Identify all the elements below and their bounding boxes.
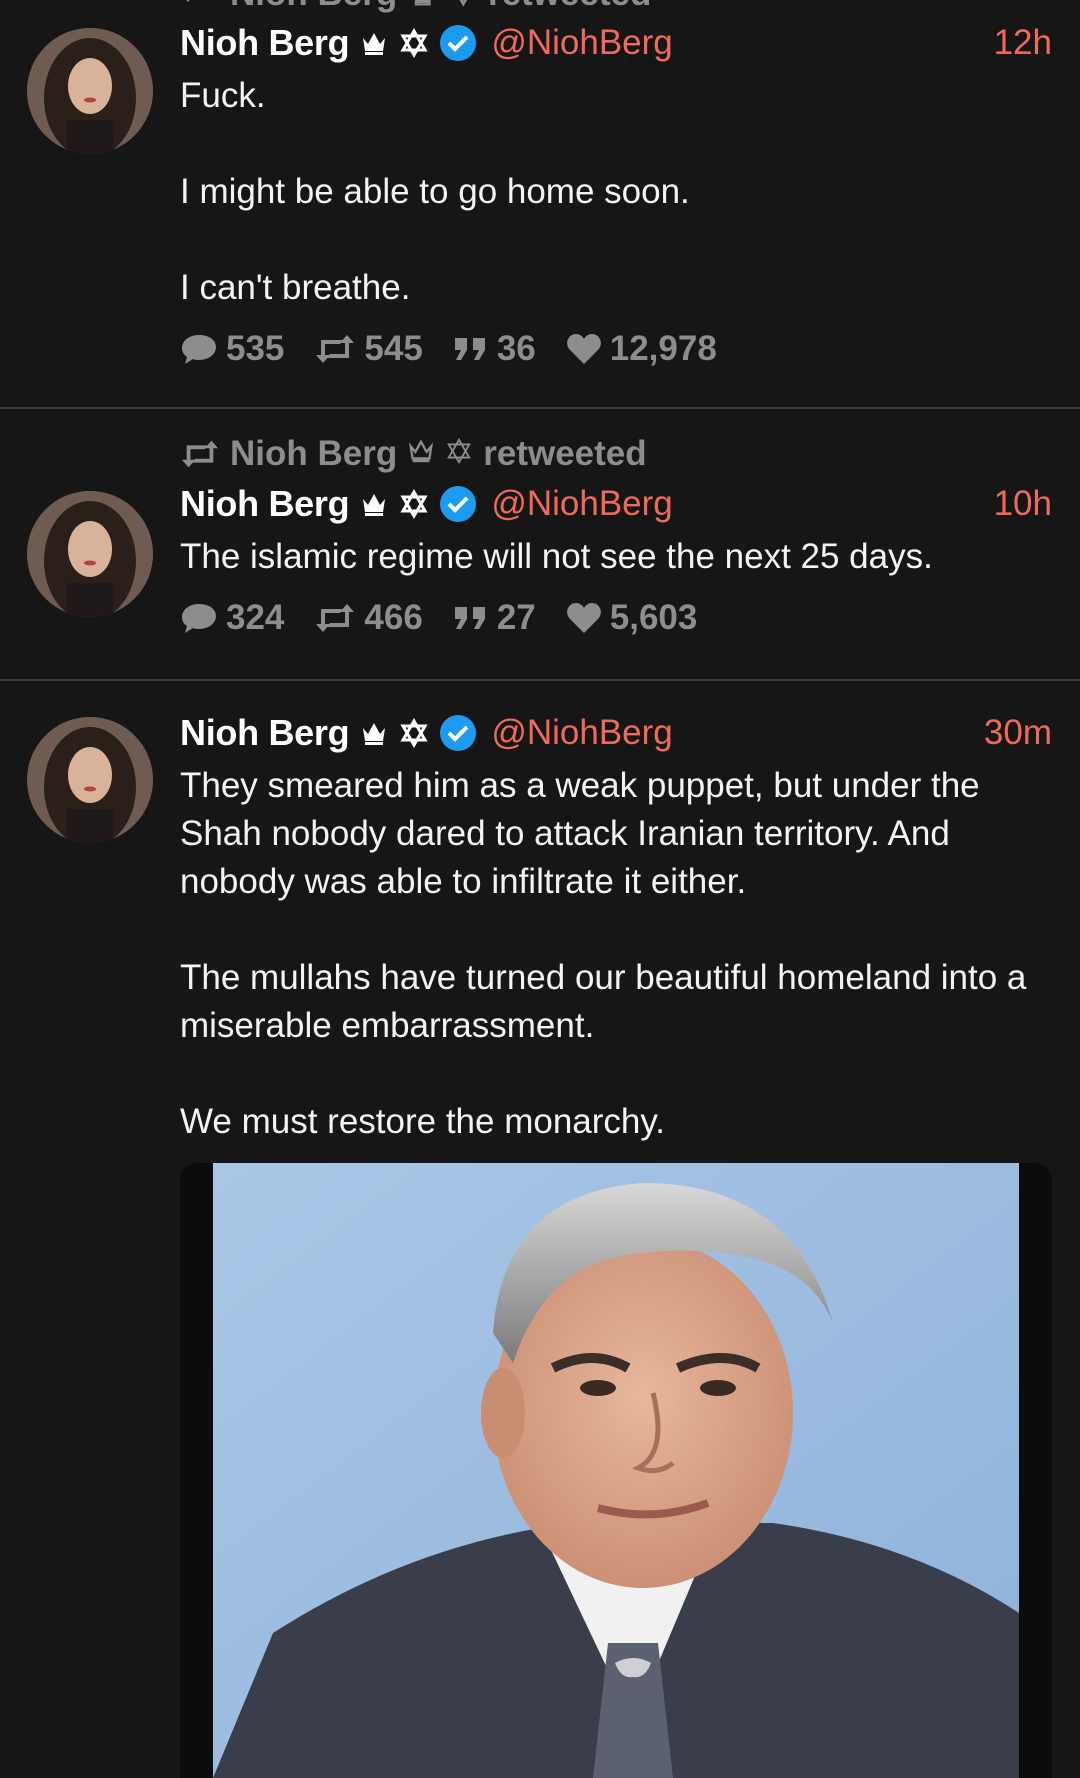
like-count: 5,603 bbox=[609, 598, 698, 637]
timestamp[interactable]: 30m bbox=[984, 713, 1052, 753]
tweet-divider bbox=[0, 679, 1080, 681]
avatar[interactable] bbox=[27, 717, 153, 843]
retweet-icon bbox=[180, 0, 220, 14]
verified-icon bbox=[439, 714, 477, 752]
retweeter-name[interactable]: Nioh Berg bbox=[230, 0, 397, 14]
crown-icon bbox=[359, 489, 389, 519]
tweet-stats: 324 466 27 5,603 bbox=[180, 593, 1052, 643]
tweet-header: Nioh Berg @NiohBerg 30m bbox=[180, 708, 1052, 758]
heart-icon bbox=[566, 334, 601, 364]
star-of-david-icon: ✡ bbox=[449, 0, 478, 14]
portrait-photo bbox=[213, 1163, 1019, 1778]
tweet-text: They smeared him as a weak puppet, but u… bbox=[180, 762, 1052, 1146]
star-of-david-icon bbox=[445, 434, 473, 474]
tweet-paragraph: I can't breathe. bbox=[180, 268, 411, 307]
tweet-header: Nioh Berg @NiohBerg 12h bbox=[180, 18, 1052, 68]
quote-icon bbox=[454, 607, 485, 629]
retweet-count: 545 bbox=[364, 329, 423, 368]
author-name[interactable]: Nioh Berg bbox=[180, 712, 350, 754]
like-count: 12,978 bbox=[609, 329, 717, 368]
tweet-paragraph: We must restore the monarchy. bbox=[180, 1102, 665, 1141]
reply-button[interactable]: 535 bbox=[180, 329, 284, 369]
reply-icon bbox=[182, 335, 216, 364]
crown-icon bbox=[359, 28, 389, 58]
cut-off-retweet-header: Nioh Berg ♛ ✡ retweeted bbox=[0, 0, 1080, 14]
quote-icon bbox=[454, 338, 485, 360]
author-handle[interactable]: @NiohBerg bbox=[491, 484, 672, 524]
tweet-divider bbox=[0, 407, 1080, 409]
star-of-david-icon bbox=[399, 28, 429, 58]
retweet-button[interactable]: 466 bbox=[314, 598, 423, 638]
crown-icon bbox=[407, 434, 435, 474]
reply-count: 535 bbox=[226, 329, 285, 368]
verified-icon bbox=[439, 485, 477, 523]
tweet-paragraph: The mullahs have turned our beautiful ho… bbox=[180, 958, 1027, 1045]
verified-icon bbox=[439, 24, 477, 62]
author-name[interactable]: Nioh Berg bbox=[180, 22, 350, 64]
quote-count: 36 bbox=[496, 329, 536, 368]
tweet-text: Fuck. I might be able to go home soon. I… bbox=[180, 72, 1052, 312]
reply-button[interactable]: 324 bbox=[180, 598, 284, 638]
tweet-paragraph: Fuck. bbox=[180, 76, 266, 115]
quote-button[interactable]: 27 bbox=[453, 598, 536, 638]
heart-icon bbox=[566, 603, 601, 633]
tweet-text: The islamic regime will not see the next… bbox=[180, 533, 1052, 581]
tweet-paragraph: They smeared him as a weak puppet, but u… bbox=[180, 766, 980, 901]
retweet-button[interactable]: 545 bbox=[314, 329, 423, 369]
like-button[interactable]: 12,978 bbox=[566, 329, 717, 369]
crown-icon bbox=[359, 718, 389, 748]
retweet-icon bbox=[181, 440, 219, 468]
quote-count: 27 bbox=[496, 598, 536, 637]
retweeted-label: retweeted bbox=[483, 434, 647, 473]
retweet-count: 466 bbox=[364, 598, 423, 637]
reply-icon bbox=[182, 604, 216, 633]
tweet-paragraph: The islamic regime will not see the next… bbox=[180, 537, 933, 576]
tweet-header: Nioh Berg @NiohBerg 10h bbox=[180, 479, 1052, 529]
reply-count: 324 bbox=[226, 598, 285, 637]
quote-button[interactable]: 36 bbox=[453, 329, 536, 369]
avatar[interactable] bbox=[27, 491, 153, 617]
author-name[interactable]: Nioh Berg bbox=[180, 483, 350, 525]
avatar[interactable] bbox=[27, 28, 153, 154]
retweeter-name[interactable]: Nioh Berg bbox=[230, 434, 397, 474]
crown-icon: ♛ bbox=[407, 0, 438, 14]
star-of-david-icon bbox=[399, 718, 429, 748]
tweet-stats: 535 545 36 12,978 bbox=[180, 324, 1052, 374]
retweet-icon bbox=[316, 335, 355, 363]
tweet-paragraph: I might be able to go home soon. bbox=[180, 172, 690, 211]
tweet-media-image[interactable] bbox=[180, 1163, 1052, 1778]
author-handle[interactable]: @NiohBerg bbox=[491, 23, 672, 63]
timestamp[interactable]: 12h bbox=[994, 23, 1052, 63]
retweet-attribution: Nioh Berg retweeted bbox=[180, 434, 647, 474]
star-of-david-icon bbox=[399, 489, 429, 519]
retweet-icon bbox=[316, 604, 355, 632]
like-button[interactable]: 5,603 bbox=[566, 598, 698, 638]
retweeted-label: retweeted bbox=[488, 0, 651, 14]
author-handle[interactable]: @NiohBerg bbox=[491, 713, 672, 753]
timestamp[interactable]: 10h bbox=[994, 484, 1052, 524]
